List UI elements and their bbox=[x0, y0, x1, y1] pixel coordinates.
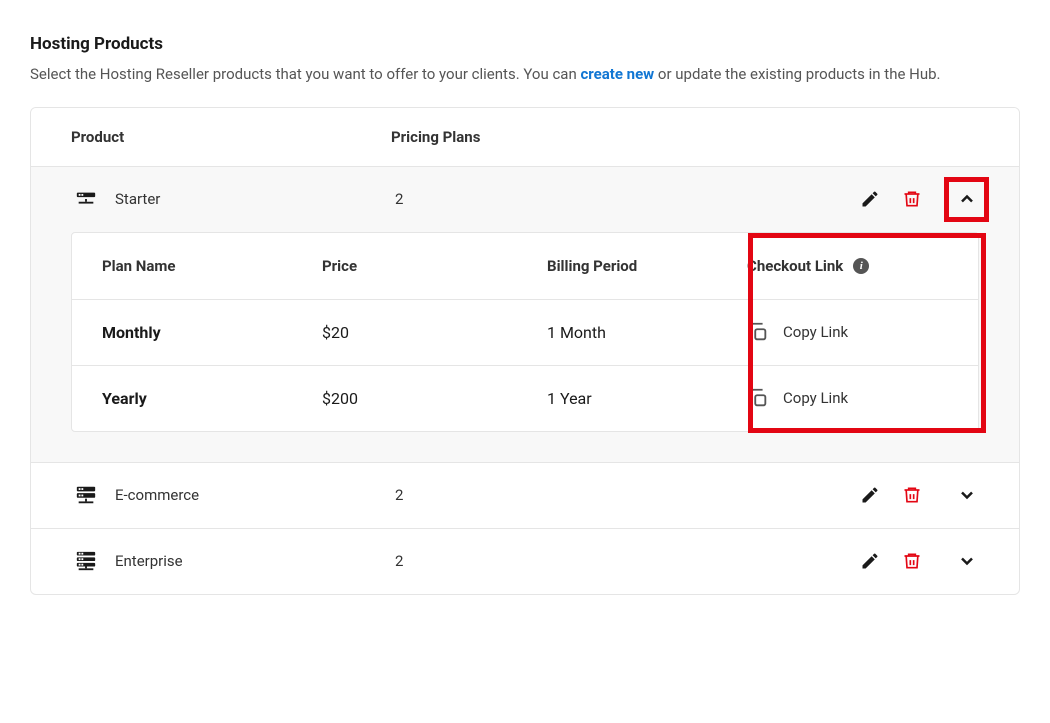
col-period: Billing Period bbox=[547, 257, 747, 275]
product-row-enterprise[interactable]: Enterprise 2 bbox=[31, 528, 1019, 594]
copy-link-label: Copy Link bbox=[783, 389, 848, 407]
col-checkout: Checkout Link i bbox=[747, 257, 948, 275]
col-checkout-label: Checkout Link bbox=[747, 257, 843, 275]
delete-button[interactable] bbox=[902, 551, 922, 571]
edit-button[interactable] bbox=[860, 485, 880, 505]
expand-button[interactable] bbox=[944, 473, 989, 518]
delete-button[interactable] bbox=[902, 189, 922, 209]
product-row-ecommerce[interactable]: E-commerce 2 bbox=[31, 462, 1019, 528]
plan-row-monthly: Monthly $20 1 Month Copy Link bbox=[72, 299, 978, 365]
desc-prefix: Select the Hosting Reseller products tha… bbox=[30, 65, 580, 83]
copy-link-label: Copy Link bbox=[783, 323, 848, 341]
product-plans-count: 2 bbox=[395, 190, 860, 208]
products-card: Product Pricing Plans Starter 2 Plan Nam… bbox=[30, 107, 1020, 595]
product-plans-count: 2 bbox=[395, 486, 860, 504]
plan-price: $200 bbox=[322, 389, 547, 408]
copy-link-button[interactable]: Copy Link bbox=[747, 387, 848, 409]
create-new-link[interactable]: create new bbox=[580, 65, 654, 83]
chevron-up-icon bbox=[957, 189, 977, 209]
col-plan-name: Plan Name bbox=[102, 257, 322, 275]
desc-suffix: or update the existing products in the H… bbox=[654, 65, 940, 83]
header-product: Product bbox=[71, 128, 391, 146]
plan-price: $20 bbox=[322, 323, 547, 342]
plan-name: Yearly bbox=[102, 389, 322, 408]
server-icon bbox=[75, 550, 97, 572]
plan-period: 1 Year bbox=[547, 389, 747, 408]
plan-row-yearly: Yearly $200 1 Year Copy Link bbox=[72, 365, 978, 431]
table-header: Product Pricing Plans bbox=[31, 108, 1019, 166]
copy-icon bbox=[747, 321, 769, 343]
plan-period: 1 Month bbox=[547, 323, 747, 342]
product-name: Enterprise bbox=[115, 552, 395, 570]
delete-button[interactable] bbox=[902, 485, 922, 505]
page-description: Select the Hosting Reseller products tha… bbox=[30, 60, 1020, 89]
expand-button[interactable] bbox=[944, 539, 989, 584]
copy-icon bbox=[747, 387, 769, 409]
copy-link-button[interactable]: Copy Link bbox=[747, 321, 848, 343]
server-icon bbox=[75, 484, 97, 506]
page-title: Hosting Products bbox=[30, 34, 1020, 54]
plans-table: Plan Name Price Billing Period Checkout … bbox=[71, 232, 979, 432]
product-name: Starter bbox=[115, 190, 395, 208]
chevron-down-icon bbox=[957, 551, 977, 571]
product-name: E-commerce bbox=[115, 486, 395, 504]
chevron-down-icon bbox=[957, 485, 977, 505]
plans-expanded-area: Plan Name Price Billing Period Checkout … bbox=[31, 232, 1019, 462]
collapse-button[interactable] bbox=[944, 177, 989, 222]
col-price: Price bbox=[322, 257, 547, 275]
plan-name: Monthly bbox=[102, 323, 322, 342]
header-plans: Pricing Plans bbox=[391, 128, 979, 146]
plans-header-row: Plan Name Price Billing Period Checkout … bbox=[72, 233, 978, 299]
edit-button[interactable] bbox=[860, 189, 880, 209]
product-row-starter[interactable]: Starter 2 bbox=[31, 166, 1019, 232]
product-plans-count: 2 bbox=[395, 552, 860, 570]
info-icon[interactable]: i bbox=[853, 258, 869, 274]
server-icon bbox=[75, 188, 97, 210]
edit-button[interactable] bbox=[860, 551, 880, 571]
